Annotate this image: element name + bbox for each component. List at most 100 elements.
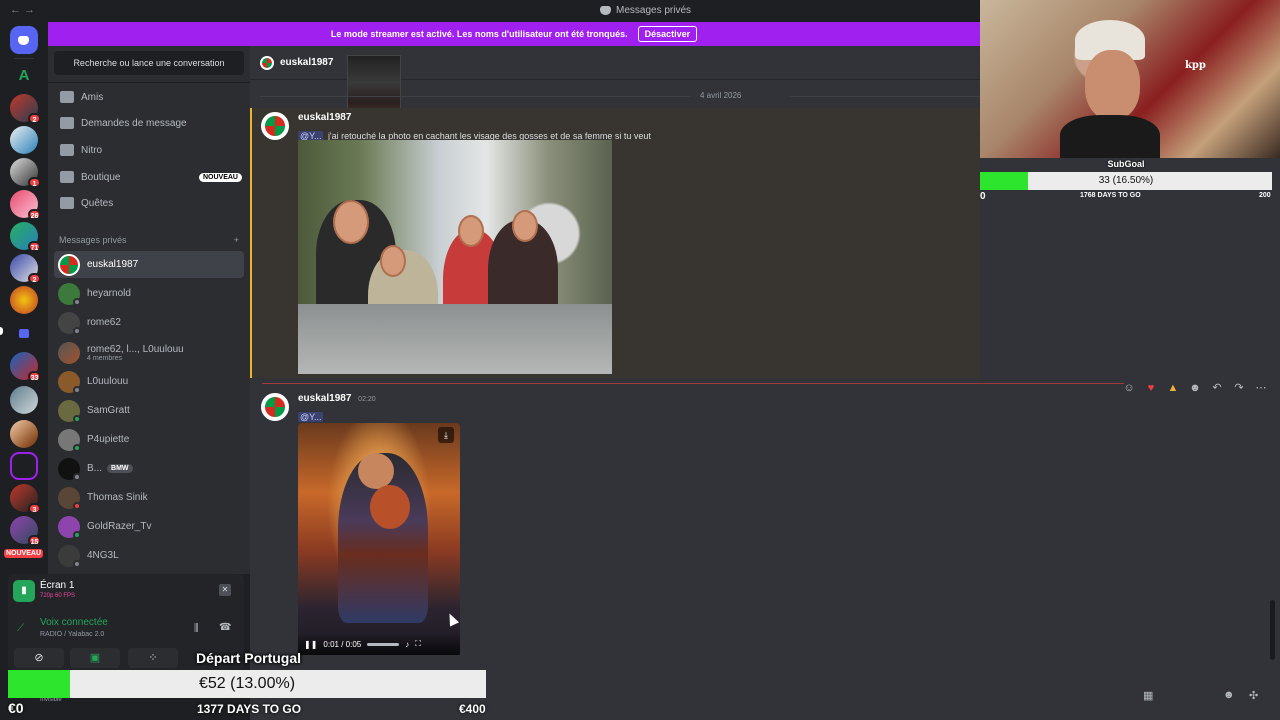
dm-item-p4upiette[interactable]: P4upiette bbox=[54, 426, 244, 453]
status-indicator bbox=[73, 297, 81, 306]
noise-suppression-icon[interactable]: ⫼ bbox=[194, 623, 199, 634]
message-author[interactable]: euskal1987 bbox=[298, 393, 351, 404]
face-shape bbox=[458, 215, 484, 247]
nav-quests[interactable]: Quêtes bbox=[56, 191, 242, 215]
dm-name: GoldRazer_Tv bbox=[87, 521, 152, 532]
heart-reaction-icon[interactable]: ♥ bbox=[1144, 381, 1158, 395]
pause-icon[interactable]: ❚❚ bbox=[304, 640, 317, 649]
dm-item-thomas-sinik[interactable]: Thomas Sinik bbox=[54, 484, 244, 511]
new-badge: NOUVEAU bbox=[198, 172, 242, 182]
nav-label: Quêtes bbox=[81, 197, 114, 209]
server-avatar-11[interactable] bbox=[10, 452, 38, 480]
webcam-overlay: kpp bbox=[980, 0, 1280, 158]
dm-item-heyarnold[interactable]: heyarnold bbox=[54, 280, 244, 307]
volume-icon[interactable]: ♪ bbox=[405, 640, 409, 649]
dm-item-samgratt[interactable]: SamGratt bbox=[54, 397, 244, 424]
head-shape bbox=[358, 453, 394, 489]
voice-status[interactable]: Voix connectée bbox=[40, 617, 108, 628]
dm-item-goldrazer[interactable]: GoldRazer_Tv bbox=[54, 513, 244, 540]
unread-pill bbox=[0, 327, 3, 335]
scrollbar[interactable] bbox=[1270, 600, 1275, 660]
server-avatar-12[interactable]: 3 bbox=[10, 484, 41, 514]
image-attachment[interactable] bbox=[298, 140, 612, 374]
server-avatar-1[interactable]: 2 bbox=[10, 94, 41, 124]
dm-name: rome62 bbox=[87, 317, 121, 328]
server-avatar-4[interactable]: 26 bbox=[10, 190, 41, 220]
recipient-name[interactable]: euskal1987 bbox=[280, 57, 333, 68]
dm-item-rome62[interactable]: rome62 bbox=[54, 309, 244, 336]
dm-item-b[interactable]: B... BMW bbox=[54, 455, 244, 482]
date-divider-line bbox=[260, 96, 690, 97]
dm-item-group[interactable]: rome62, l..., L0uulouu 4 membres bbox=[54, 338, 244, 367]
status-indicator bbox=[73, 443, 81, 452]
status-indicator bbox=[73, 414, 81, 423]
avatar bbox=[58, 311, 81, 335]
shirt-text: kpp bbox=[1185, 60, 1206, 71]
add-reaction-icon[interactable]: ☻ bbox=[1188, 381, 1202, 395]
video-attachment[interactable] bbox=[298, 423, 460, 655]
create-dm-button[interactable]: + bbox=[234, 235, 239, 245]
forward-icon[interactable]: ↷ bbox=[1232, 381, 1246, 395]
more-icon[interactable]: ⋯ bbox=[1254, 381, 1268, 395]
dm-item-l0uulouu[interactable]: L0uulouu bbox=[54, 368, 244, 395]
server-avatar-9[interactable] bbox=[10, 386, 38, 414]
apps-icon[interactable]: ✣ bbox=[1249, 689, 1258, 702]
home-button[interactable] bbox=[10, 26, 38, 54]
thumbs-up-reaction-icon[interactable]: ▲ bbox=[1166, 381, 1180, 395]
friends-icon bbox=[60, 91, 74, 103]
nav-shop[interactable]: Boutique NOUVEAU bbox=[56, 165, 242, 189]
server-avatar-8[interactable]: 33 bbox=[10, 352, 41, 382]
laugh-reaction-icon[interactable]: ☺ bbox=[1122, 381, 1136, 395]
voice-channel[interactable]: RADIO / Yalabac 2.0 bbox=[40, 631, 104, 638]
dm-member-count: 4 membres bbox=[87, 354, 123, 362]
avatar bbox=[58, 370, 81, 394]
discord-home-icon bbox=[18, 36, 29, 45]
server-a[interactable]: A bbox=[10, 62, 38, 90]
server-avatar-10[interactable] bbox=[10, 420, 38, 448]
streamer-mode-banner: Le mode streamer est activé. Les noms d'… bbox=[48, 22, 980, 46]
screen-share-button[interactable]: ▣ bbox=[70, 648, 120, 668]
server-avatar-2[interactable] bbox=[10, 126, 38, 154]
author-avatar[interactable] bbox=[261, 112, 289, 140]
video-progress[interactable] bbox=[367, 642, 400, 646]
emoji-icon[interactable]: ☻ bbox=[1223, 689, 1235, 701]
server-avatar-3[interactable]: 1 bbox=[10, 158, 41, 188]
activities-icon[interactable]: ⁘ bbox=[128, 648, 178, 668]
camera-off-icon[interactable]: ⊘ bbox=[14, 648, 64, 668]
server-avatar-13[interactable]: 15 bbox=[10, 516, 41, 546]
subgoal-min: 0 bbox=[980, 191, 986, 202]
dm-item-4ng3l[interactable]: 4NG3L bbox=[54, 542, 244, 569]
dm-name: rome62, l..., L0uulouu bbox=[87, 343, 184, 355]
signal-icon[interactable]: ⟋ bbox=[17, 623, 24, 634]
reply-icon[interactable]: ↶ bbox=[1210, 381, 1224, 395]
download-icon[interactable]: ⤓ bbox=[438, 427, 454, 443]
nav-message-requests[interactable]: Demandes de message bbox=[56, 111, 242, 135]
disconnect-icon[interactable]: ☎ bbox=[219, 622, 231, 633]
disable-streamer-button[interactable]: Désactiver bbox=[637, 26, 698, 42]
author-avatar[interactable] bbox=[261, 393, 289, 421]
subgoal-days: 1768 DAYS TO GO bbox=[1080, 192, 1141, 199]
nav-nitro[interactable]: Nitro bbox=[56, 138, 242, 162]
fullscreen-icon[interactable]: ⛶ bbox=[415, 639, 421, 649]
stop-screen-share-icon[interactable]: ✕ bbox=[219, 584, 231, 596]
folder-server[interactable] bbox=[10, 320, 38, 348]
shop-icon bbox=[60, 171, 74, 183]
user-mention[interactable]: @Y... bbox=[298, 412, 324, 422]
status-indicator bbox=[73, 559, 81, 568]
status-indicator bbox=[73, 501, 81, 510]
dm-search-button[interactable]: Recherche ou lance une conversation bbox=[54, 51, 244, 75]
server-avatar-7[interactable] bbox=[10, 286, 38, 314]
message-author[interactable]: euskal1987 bbox=[298, 112, 351, 123]
face-shape bbox=[1085, 50, 1140, 120]
banner-text: Le mode streamer est activé. Les noms d'… bbox=[330, 29, 628, 39]
server-avatar-5[interactable]: 71 bbox=[10, 222, 41, 252]
subgoal-title: SubGoal bbox=[1107, 159, 1145, 169]
avatar bbox=[58, 428, 81, 452]
quests-icon bbox=[60, 197, 74, 209]
history-nav-buttons[interactable]: ← → bbox=[10, 4, 35, 16]
rail-new-badge: NOUVEAU bbox=[4, 549, 44, 558]
dm-item-euskal1987[interactable]: euskal1987 bbox=[54, 251, 244, 278]
gift-icon[interactable]: ▦ bbox=[1143, 689, 1153, 702]
server-avatar-6[interactable]: 2 bbox=[10, 254, 41, 284]
nav-friends[interactable]: Amis bbox=[56, 85, 242, 109]
